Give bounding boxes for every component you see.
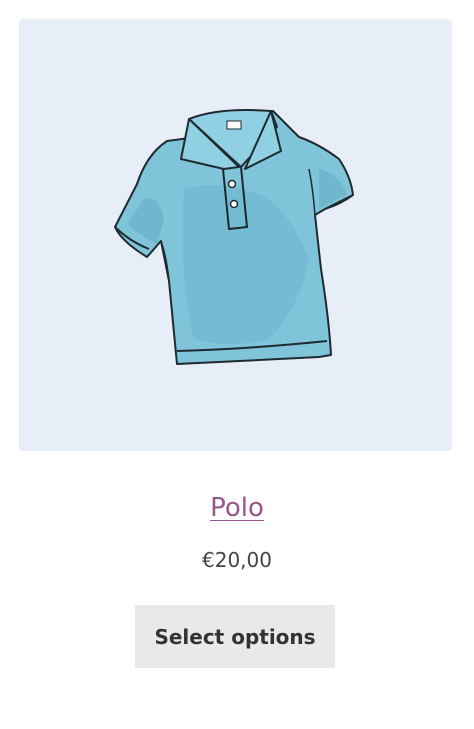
select-options-button[interactable]: Select options <box>135 605 335 668</box>
product-image-link[interactable] <box>19 19 452 451</box>
polo-shirt-icon <box>114 109 354 365</box>
product-price: €20,00 <box>202 548 272 572</box>
product-title-link[interactable]: Polo <box>210 493 264 523</box>
product-title: Polo <box>0 488 474 528</box>
product-card: Polo €20,00 Select options <box>0 0 474 729</box>
